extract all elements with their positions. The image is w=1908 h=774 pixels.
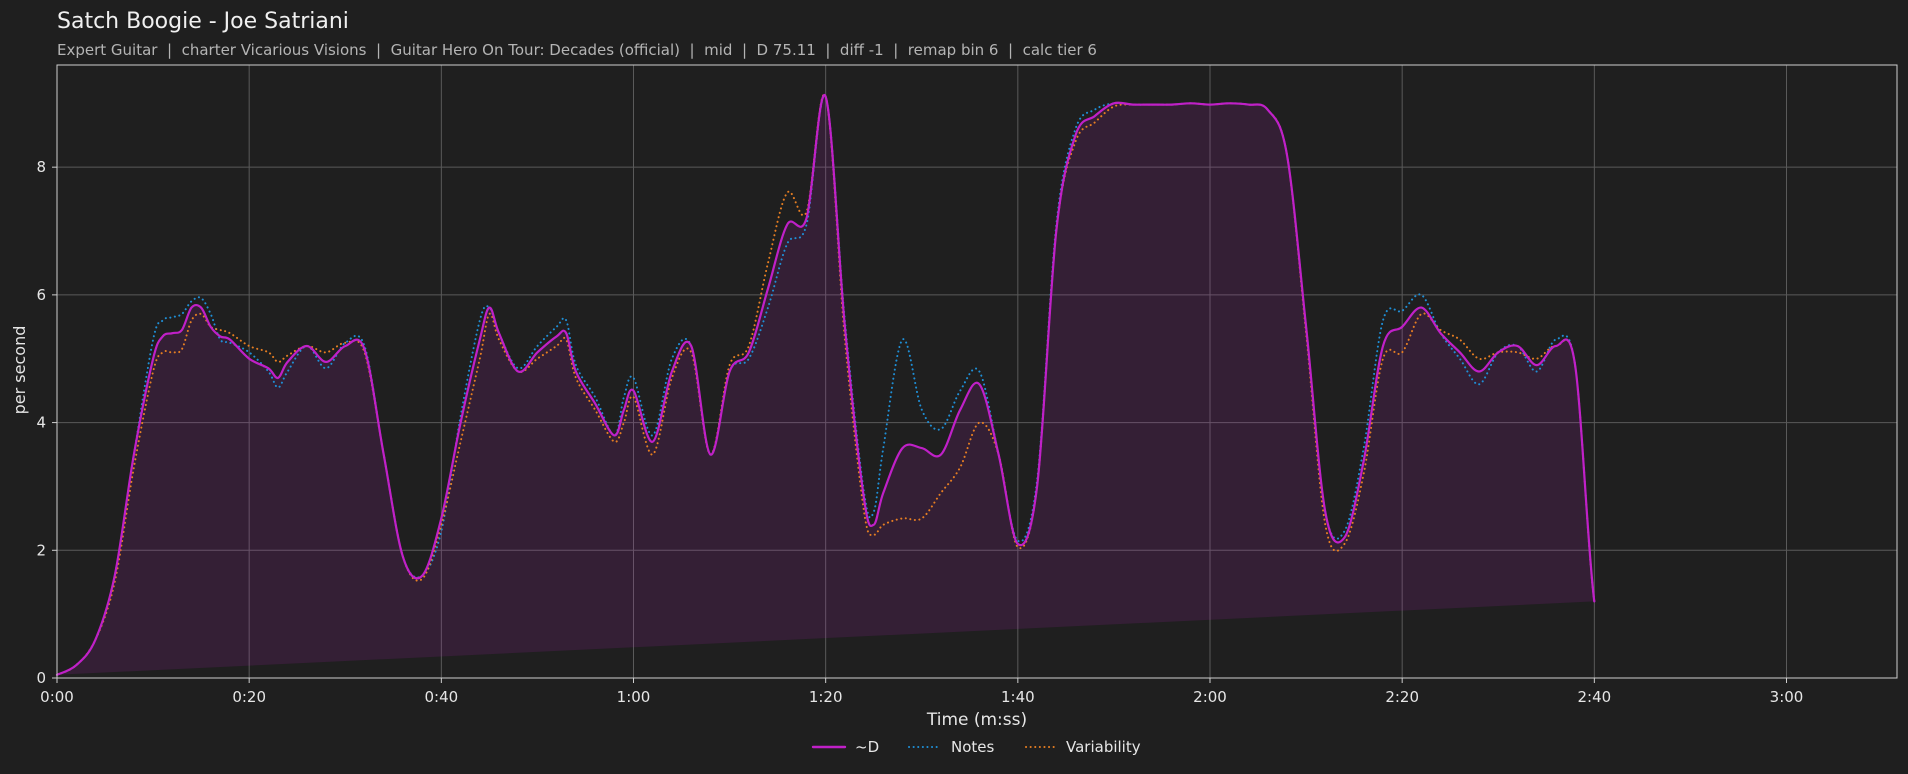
- plot-series: [55, 93, 1596, 676]
- y-axis-label: per second: [10, 326, 29, 415]
- x-tick-label: 1:00: [617, 688, 651, 706]
- x-tick-label: 3:00: [1770, 688, 1804, 706]
- x-tick-label: 0:20: [232, 688, 266, 706]
- x-tick-label: 2:00: [1193, 688, 1227, 706]
- x-tick-label: 1:20: [809, 688, 843, 706]
- legend-label-0: ~D: [855, 738, 879, 756]
- y-tick-label: 8: [36, 158, 46, 176]
- x-tick-label: 2:20: [1385, 688, 1419, 706]
- chart: Satch Boogie - Joe Satriani Expert Guita…: [10, 9, 1898, 756]
- chart-subtitle: Expert Guitar | charter Vicarious Vision…: [57, 41, 1097, 59]
- chart-title: Satch Boogie - Joe Satriani: [57, 9, 349, 34]
- x-tick-label: 1:40: [1001, 688, 1035, 706]
- x-tick-label: 2:40: [1577, 688, 1611, 706]
- legend: ~D Notes Variability: [811, 738, 1141, 756]
- legend-label-1: Notes: [951, 738, 995, 756]
- legend-label-2: Variability: [1066, 738, 1141, 756]
- x-axis-label: Time (m:ss): [926, 710, 1027, 730]
- y-tick-label: 0: [36, 669, 46, 687]
- x-tick-label: 0:40: [424, 688, 458, 706]
- series-area-d: [57, 95, 1595, 675]
- y-tick-label: 4: [36, 414, 46, 432]
- y-tick-label: 6: [36, 286, 46, 304]
- x-tick-label: 0:00: [40, 688, 74, 706]
- y-tick-label: 2: [36, 541, 46, 559]
